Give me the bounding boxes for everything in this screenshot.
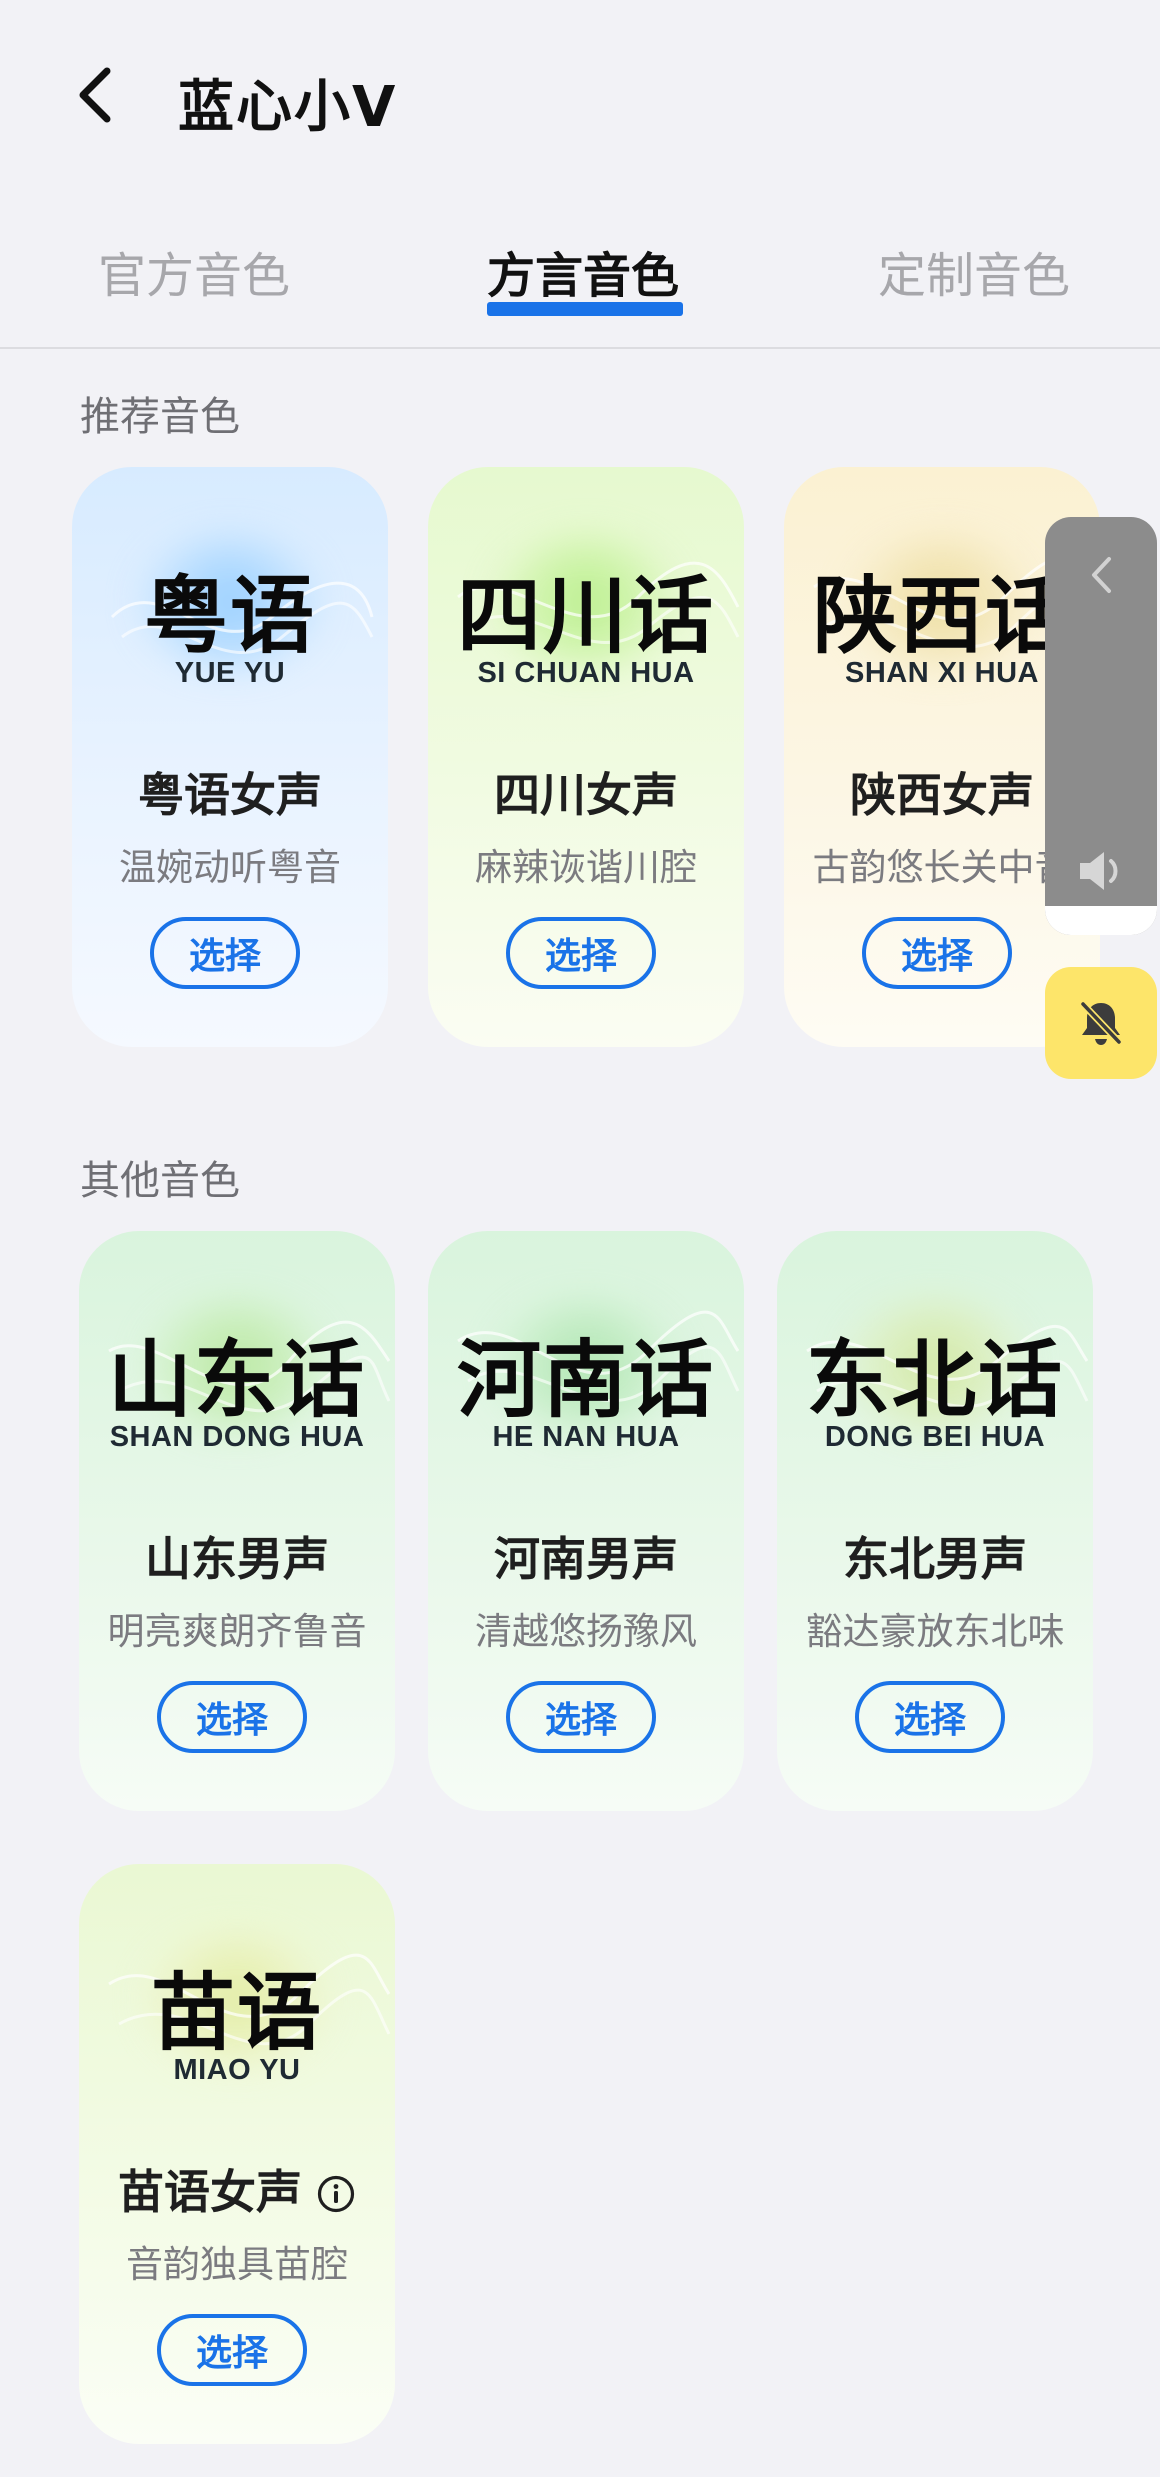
voice-description: 清越悠扬豫风 (475, 1610, 697, 1653)
section-title-other: 其他音色 (80, 1158, 240, 1204)
voice-name-row: 苗语女声 (79, 2156, 395, 2222)
volume-level-fill (1045, 906, 1157, 935)
back-button[interactable] (60, 60, 130, 130)
select-button[interactable]: 选择 (157, 1681, 307, 1753)
voice-card-sichuan[interactable]: 四川话 SI CHUAN HUA 四川女声 麻辣诙谐川腔 选择 (428, 467, 744, 1047)
voice-card-henan[interactable]: 河南话 HE NAN HUA 河南男声 清越悠扬豫风 选择 (428, 1231, 744, 1811)
active-tab-indicator (487, 302, 683, 316)
voice-description: 温婉动听粤音 (119, 846, 341, 889)
dialect-title: 山东话 (107, 1330, 366, 1429)
dialect-title: 粤语 (143, 566, 316, 665)
voice-name: 东北男声 (843, 1532, 1027, 1586)
dialect-pinyin: YUE YU (174, 657, 286, 689)
dialect-title: 苗语 (150, 1963, 323, 2062)
select-button[interactable]: 选择 (506, 1681, 656, 1753)
voice-card-dongbei[interactable]: 东北话 DONG BEI HUA 东北男声 豁达豪放东北味 选择 (777, 1231, 1093, 1811)
tab-dialect-voices[interactable]: 方言音色 (487, 236, 679, 306)
voice-name: 粤语女声 (138, 768, 322, 822)
chevron-left-icon (1092, 557, 1111, 593)
voice-name: 山东男声 (145, 1532, 329, 1586)
select-button[interactable]: 选择 (855, 1681, 1005, 1753)
voice-name: 苗语女声 (118, 2165, 302, 2219)
info-icon[interactable] (316, 2174, 356, 2214)
dialect-pinyin: HE NAN HUA (492, 1421, 680, 1453)
tab-custom-voices[interactable]: 定制音色 (878, 236, 1070, 306)
voice-description: 音韵独具苗腔 (126, 2243, 348, 2286)
voice-name: 河南男声 (494, 1532, 678, 1586)
select-button[interactable]: 选择 (862, 917, 1012, 989)
dialect-pinyin: SHAN DONG HUA (109, 1421, 365, 1453)
select-button[interactable]: 选择 (157, 2314, 307, 2386)
voice-description: 明亮爽朗齐鲁音 (107, 1610, 367, 1653)
dialect-pinyin: MIAO YU (173, 2054, 301, 2086)
dialect-pinyin: SI CHUAN HUA (477, 657, 695, 689)
header: 蓝心小V (0, 0, 1160, 200)
dialect-title: 东北话 (805, 1330, 1064, 1429)
speaker-icon[interactable] (1074, 846, 1128, 896)
tab-official-voices[interactable]: 官方音色 (98, 236, 290, 306)
collapse-panel-button[interactable] (1073, 547, 1129, 603)
voice-description: 麻辣诙谐川腔 (475, 846, 697, 889)
tab-divider (0, 347, 1160, 349)
section-title-recommended: 推荐音色 (80, 394, 240, 440)
dialect-pinyin: DONG BEI HUA (824, 1421, 1046, 1453)
dialect-title: 四川话 (456, 566, 715, 665)
mute-notification-button[interactable] (1045, 967, 1157, 1079)
chevron-left-icon (79, 67, 111, 123)
tab-bar: 官方音色 方言音色 定制音色 (0, 230, 1160, 350)
page-title: 蓝心小V (178, 75, 398, 140)
voice-card-yueyu[interactable]: 粤语 YUE YU 粤语女声 温婉动听粤音 选择 (72, 467, 388, 1047)
bell-off-icon (1078, 999, 1124, 1047)
floating-volume-panel[interactable] (1045, 517, 1157, 935)
voice-description: 豁达豪放东北味 (805, 1610, 1065, 1653)
dialect-title: 河南话 (456, 1330, 715, 1429)
voice-card-miao[interactable]: 苗语 MIAO YU 苗语女声 音韵独具苗腔 选择 (79, 1864, 395, 2444)
voice-card-shandong[interactable]: 山东话 SHAN DONG HUA 山东男声 明亮爽朗齐鲁音 选择 (79, 1231, 395, 1811)
select-button[interactable]: 选择 (150, 917, 300, 989)
select-button[interactable]: 选择 (506, 917, 656, 989)
voice-name: 四川女声 (494, 768, 678, 822)
